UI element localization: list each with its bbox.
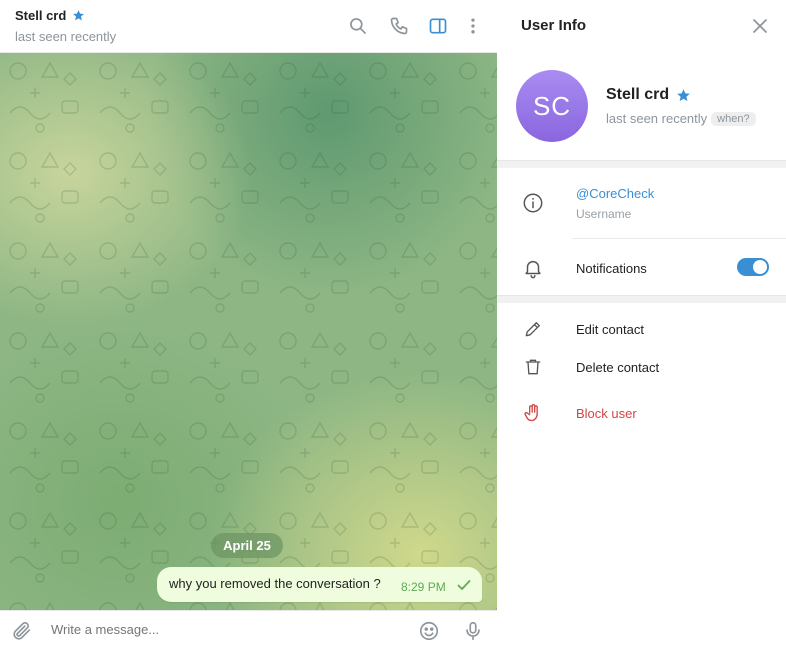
microphone-icon[interactable]: [461, 619, 485, 643]
notifications-toggle[interactable]: [737, 258, 769, 276]
message-composer: [0, 610, 497, 650]
phone-icon[interactable]: [387, 14, 411, 38]
profile-status: last seen recently when?: [606, 111, 756, 126]
chat-title[interactable]: Stell crd: [15, 8, 85, 23]
edit-contact-button[interactable]: Edit contact: [576, 322, 644, 337]
message-input[interactable]: [51, 622, 401, 637]
message-text: why you removed the conversation ?: [169, 576, 381, 591]
check-icon: [457, 580, 471, 590]
delete-contact-button[interactable]: Delete contact: [576, 360, 659, 375]
doodle-pattern: [0, 53, 497, 610]
chat-background: April 25 why you removed the conversatio…: [0, 53, 497, 610]
panel-title: User Info: [521, 17, 587, 34]
hand-stop-icon: [521, 401, 545, 425]
date-separator: April 25: [211, 533, 283, 558]
avatar[interactable]: SC: [516, 70, 588, 142]
row-divider: [572, 238, 786, 239]
profile-name-text: Stell crd: [606, 86, 670, 103]
emoji-icon[interactable]: [417, 619, 441, 643]
search-icon[interactable]: [346, 14, 370, 38]
attach-icon[interactable]: [10, 619, 34, 643]
block-user-button[interactable]: Block user: [576, 406, 637, 421]
pencil-icon: [521, 317, 545, 341]
more-vertical-icon[interactable]: [461, 14, 485, 38]
chat-title-text: Stell crd: [15, 8, 67, 23]
trash-icon: [521, 355, 545, 379]
chat-status: last seen recently: [15, 29, 117, 44]
when-button[interactable]: when?: [711, 111, 756, 126]
chat-header: Stell crd last seen recently: [0, 0, 497, 53]
username-link[interactable]: @CoreCheck: [576, 186, 654, 201]
message-bubble[interactable]: why you removed the conversation ? 8:29 …: [157, 567, 482, 602]
sidebar-toggle-icon[interactable]: [426, 14, 450, 38]
section-divider: [497, 160, 786, 168]
username-caption: Username: [576, 207, 632, 221]
profile-name: Stell crd: [606, 86, 691, 104]
bell-icon: [521, 256, 545, 280]
message-time: 8:29 PM: [401, 580, 446, 594]
premium-star-icon: [677, 88, 690, 101]
toggle-knob: [753, 260, 767, 274]
premium-star-icon: [73, 10, 85, 21]
close-icon[interactable]: [749, 15, 771, 37]
info-icon: [521, 191, 545, 215]
chat-pane: Stell crd last seen recently April 25 wh…: [0, 0, 497, 650]
notifications-label: Notifications: [576, 261, 647, 276]
profile-status-text: last seen recently: [606, 111, 708, 126]
user-info-panel: User Info SC Stell crd last seen recentl…: [497, 0, 786, 650]
section-divider: [497, 295, 786, 303]
